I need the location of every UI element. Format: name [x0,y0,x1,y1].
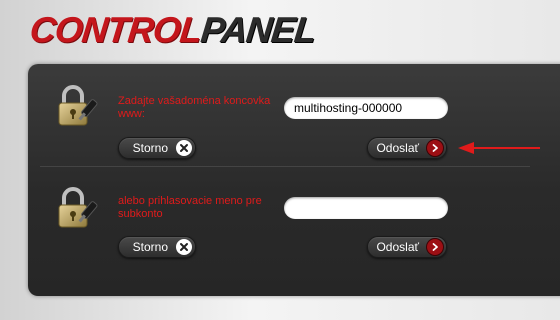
close-icon [176,140,192,156]
close-icon [176,239,192,255]
red-arrow-icon [458,141,540,155]
subaccount-input[interactable] [284,197,448,219]
submit-button-label: Odoslať [376,240,419,254]
logo-part-control: CONTROL [27,9,204,50]
cancel-button-label: Storno [132,240,168,254]
submit-button[interactable]: Odoslať [367,137,447,159]
logo-part-panel: PANEL [198,9,318,50]
submit-button[interactable]: Odoslať [367,236,447,258]
arrow-right-icon [427,140,443,156]
lock-key-icon [54,84,98,130]
domain-input[interactable] [284,97,448,119]
domain-prompt: Zadajte vašadoména koncovka www: [118,95,271,120]
lock-key-icon [54,186,98,232]
arrow-right-icon [427,239,443,255]
subaccount-prompt: alebo prihlasovacie meno pre subkonto [118,195,262,220]
cancel-button[interactable]: Storno [118,236,196,258]
cancel-button[interactable]: Storno [118,137,196,159]
row-divider [40,166,530,167]
cancel-button-label: Storno [132,141,168,155]
control-panel-logo: CONTROLPANEL [27,9,318,50]
submit-button-label: Odoslať [376,141,419,155]
